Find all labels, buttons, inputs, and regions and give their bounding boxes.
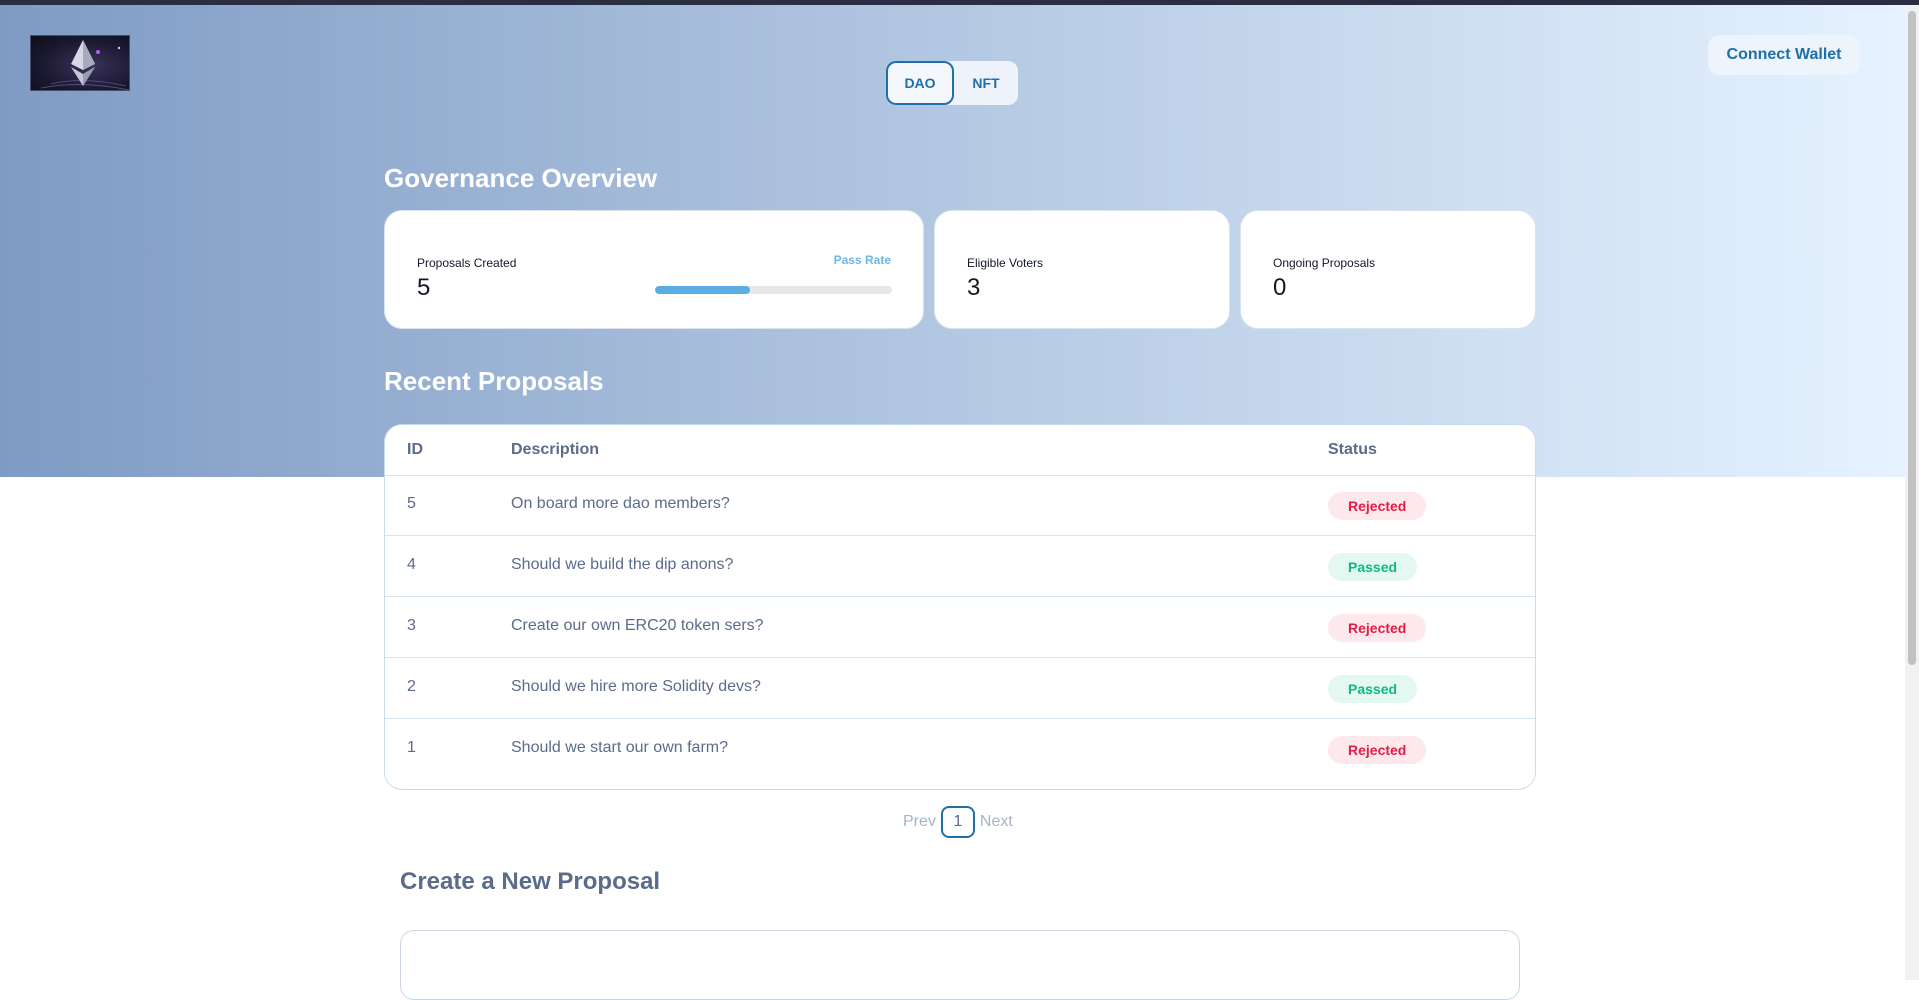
table-row[interactable]: 3 Create our own ERC20 token sers? Rejec… [385,597,1535,658]
page-1-button[interactable]: 1 [940,806,975,838]
status-badge: Rejected [1328,492,1427,520]
scrollbar-thumb[interactable] [1908,11,1916,665]
pagination: Prev 1 Next [903,806,1013,838]
proposals-created-value: 5 [417,274,431,301]
pass-rate-bar [655,286,892,294]
next-page-button[interactable]: Next [980,813,1013,831]
proposal-description-input[interactable] [400,930,1520,1000]
proposal-description[interactable]: Should we start our own farm? [511,739,728,757]
scrollbar[interactable] [1905,5,1919,980]
proposal-description[interactable]: On board more dao members? [511,495,730,513]
eligible-voters-card: Eligible Voters 3 [934,210,1230,329]
recent-proposals-heading: Recent Proposals [384,366,604,396]
proposals-created-label: Proposals Created [417,256,517,270]
ongoing-proposals-value: 0 [1273,274,1287,301]
table-row[interactable]: 2 Should we hire more Solidity devs? Pas… [385,658,1535,719]
proposal-description[interactable]: Should we build the dip anons? [511,556,733,574]
pass-rate-fill [655,286,750,294]
proposals-created-card: Proposals Created 5 Pass Rate [384,210,924,329]
proposals-table: ID Description Status 5 On board more da… [384,424,1536,790]
governance-overview-heading: Governance Overview [384,163,658,193]
eligible-voters-label: Eligible Voters [967,256,1044,270]
table-row[interactable]: 4 Should we build the dip anons? Passed [385,536,1535,597]
ethereum-icon [40,40,129,90]
pass-rate-label: Pass Rate [833,253,891,267]
prev-page-button[interactable]: Prev [903,813,936,831]
top-border [0,0,1919,5]
ethereum-logo[interactable] [30,35,130,91]
header-description: Description [511,441,600,458]
proposal-id: 2 [407,678,416,695]
proposal-id: 5 [407,495,416,512]
table-row[interactable]: 5 On board more dao members? Rejected [385,475,1535,536]
status-badge: Rejected [1328,736,1427,764]
toggle-nft[interactable]: NFT [954,61,1018,105]
proposal-description[interactable]: Should we hire more Solidity devs? [511,678,761,696]
toggle-dao[interactable]: DAO [886,61,954,105]
dao-nft-toggle: DAO NFT [886,61,1018,105]
status-badge: Rejected [1328,614,1427,642]
table-row[interactable]: 1 Should we start our own farm? Rejected [385,719,1535,780]
status-badge: Passed [1328,553,1418,581]
header-status: Status [1328,441,1377,458]
table-header: ID Description Status [385,425,1535,476]
proposal-description[interactable]: Create our own ERC20 token sers? [511,617,764,635]
header-id: ID [407,441,423,458]
proposal-id: 3 [407,617,416,634]
proposal-id: 1 [407,739,416,756]
ongoing-proposals-label: Ongoing Proposals [1273,256,1376,270]
ongoing-proposals-card: Ongoing Proposals 0 [1240,210,1536,329]
connect-wallet-button[interactable]: Connect Wallet [1708,35,1860,75]
proposal-id: 4 [407,556,416,573]
status-badge: Passed [1328,675,1418,703]
eligible-voters-value: 3 [967,274,981,301]
create-proposal-heading: Create a New Proposal [400,868,661,895]
